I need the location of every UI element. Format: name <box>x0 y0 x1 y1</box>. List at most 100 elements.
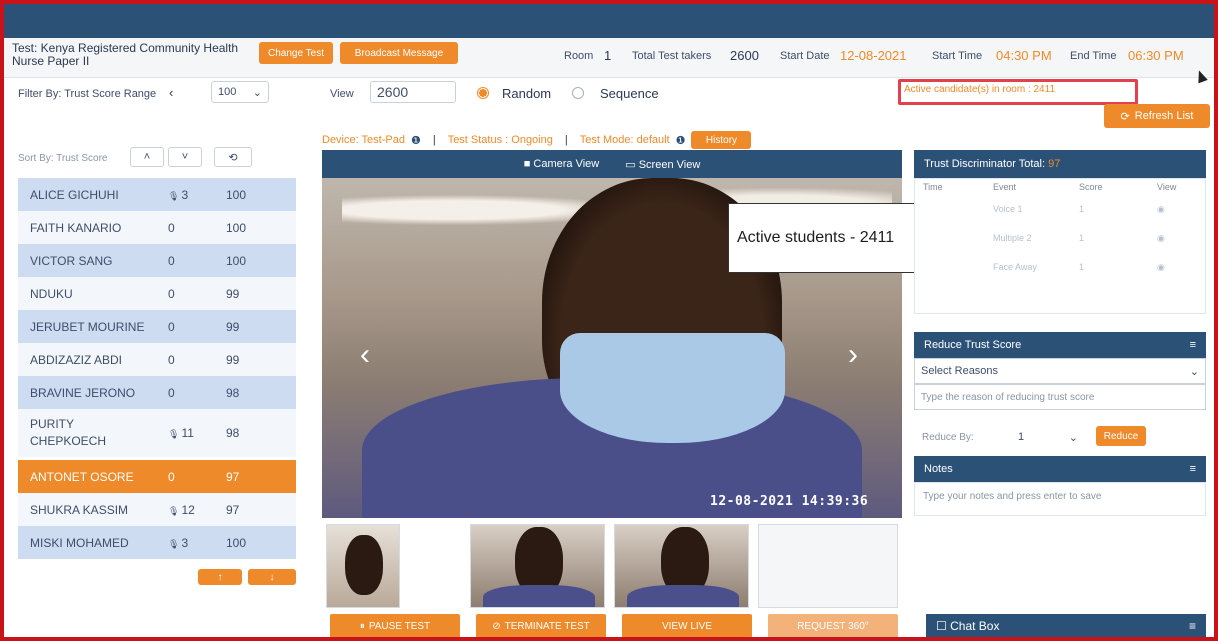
device-text: Device: Test-Pad <box>322 134 405 146</box>
sequence-radio[interactable] <box>572 87 584 99</box>
candidate-score: 98 <box>226 385 240 400</box>
reduce-trust-header: Reduce Trust Score ≡ <box>914 332 1206 358</box>
start-date-label: Start Date <box>780 50 830 62</box>
header-bar: Test: Kenya Registered Community Health … <box>4 38 1214 78</box>
chat-title-wrap: ☐ Chat Box <box>936 619 999 633</box>
candidate-flags: 🎙 11 <box>168 426 194 440</box>
terminate-icon: ⊘ <box>492 620 501 632</box>
info-icon[interactable]: ❶ <box>676 134 686 147</box>
menu-icon[interactable]: ≡ <box>1189 619 1196 633</box>
candidate-name: ALICE GICHUHI <box>30 187 119 202</box>
reset-sort-button[interactable]: ⟲ <box>214 147 252 167</box>
notes-header: Notes ≡ <box>914 456 1206 482</box>
trust-event: Face Away <box>993 262 1037 272</box>
candidate-flags: 0 <box>168 353 175 367</box>
video-timestamp: 12-08-2021 14:39:36 <box>710 494 869 509</box>
candidate-row[interactable]: SHUKRA KASSIM 🎙 12 97 <box>18 493 296 526</box>
candidate-row[interactable]: NDUKU 0 99 <box>18 277 296 310</box>
menu-icon[interactable]: ≡ <box>1190 339 1196 351</box>
candidate-row[interactable]: JERUBET MOURINE 0 99 <box>18 310 296 343</box>
reduce-button[interactable]: Reduce <box>1096 426 1146 446</box>
camera-icon: ■ <box>523 158 531 170</box>
chevron-down-icon: ⌄ <box>1189 365 1199 378</box>
trust-total: 97 <box>1048 158 1061 170</box>
trust-event: Multiple 2 <box>993 233 1032 243</box>
camera-view-tab[interactable]: ■ Camera View <box>524 158 600 170</box>
trust-score: 1 <box>1079 233 1085 243</box>
reasons-select[interactable]: Select Reasons ⌄ <box>914 358 1206 384</box>
eye-icon[interactable]: ◉ <box>1157 262 1197 273</box>
candidate-row[interactable]: PURITY CHEPKOECH 🎙 11 98 <box>18 409 296 457</box>
test-mode-text: Test Mode: default <box>579 134 670 146</box>
filter-label: Filter By: Trust Score Range <box>18 88 157 100</box>
next-camera-icon[interactable]: › <box>848 338 858 372</box>
eye-icon[interactable]: ◉ <box>1157 204 1197 215</box>
view-live-button[interactable]: View Live <box>622 614 752 638</box>
trust-row: Multiple 2 1 ◉ <box>915 224 1205 253</box>
candidate-flag-count: 0 <box>168 385 175 400</box>
trust-score: 1 <box>1079 262 1085 272</box>
screen-view-tab[interactable]: ▭ Screen View <box>625 158 700 171</box>
candidate-row[interactable]: FAITH KANARIO 0 100 <box>18 211 296 244</box>
chat-box-header[interactable]: ☐ Chat Box ≡ <box>926 614 1206 638</box>
callout-text: Active students - 2411 <box>737 229 895 246</box>
camera-thumbnail-2[interactable] <box>470 524 605 608</box>
reduce-by-label: Reduce By: <box>922 432 974 443</box>
broadcast-message-button[interactable]: Broadcast Message <box>340 42 458 64</box>
trust-table-body: Voice 1 1 ◉ Multiple 2 1 ◉ Face Away 1 ◉ <box>915 195 1205 282</box>
candidate-row[interactable]: ANTONET OSORE 0 97 <box>18 460 296 493</box>
candidate-flags: 🎙 3 <box>168 536 188 550</box>
candidate-flags: 0 <box>168 254 175 268</box>
trust-col-header[interactable]: Score <box>1079 182 1157 192</box>
trust-col-header: Time <box>923 182 943 192</box>
scroll-up-button[interactable]: ↑ <box>198 569 242 585</box>
thumb-body <box>627 585 739 607</box>
reduce-by-select[interactable]: 1 ⌄ <box>1012 426 1084 448</box>
candidate-flags: 🎙 12 <box>168 503 195 517</box>
trust-table-header: Time Event Score View <box>915 179 1205 195</box>
menu-icon[interactable]: ≡ <box>1190 463 1196 475</box>
candidate-flag-count: 0 <box>168 319 175 334</box>
view-count-input[interactable]: 2600 <box>370 81 456 103</box>
prev-camera-icon[interactable]: ‹ <box>360 338 370 372</box>
trust-row: Voice 1 1 ◉ <box>915 195 1205 224</box>
reason-input[interactable]: Type the reason of reducing trust score <box>914 384 1206 410</box>
sort-asc-button[interactable]: ˄ <box>130 147 164 167</box>
sort-desc-button[interactable]: ˅ <box>168 147 202 167</box>
candidate-row[interactable]: MISKI MOHAMED 🎙 3 100 <box>18 526 296 559</box>
filter-chevron-icon[interactable]: ‹ <box>169 85 173 100</box>
camera-thumbnail-1[interactable] <box>326 524 400 608</box>
pause-test-button[interactable]: ⏸ Pause Test <box>330 614 460 638</box>
change-test-button[interactable]: Change Test <box>259 42 333 64</box>
eye-icon[interactable]: ◉ <box>1157 233 1197 244</box>
candidate-name: FAITH KANARIO <box>30 220 122 235</box>
request-360-button[interactable]: Request 360° <box>768 614 898 638</box>
info-icon[interactable]: ❶ <box>411 134 421 147</box>
sort-label: Sort By: Trust Score <box>18 153 108 164</box>
mic-icon: 🎙 <box>168 505 180 516</box>
separator: | <box>564 134 568 146</box>
room-label: Room <box>564 50 594 62</box>
notes-input[interactable]: Type your notes and press enter to save <box>914 482 1206 516</box>
candidate-row[interactable]: ABDIZAZIZ ABDI 0 99 <box>18 343 296 376</box>
terminate-test-button[interactable]: ⊘ Terminate Test <box>476 614 606 638</box>
candidate-row[interactable]: ALICE GICHUHI 🎙 3 100 <box>18 178 296 211</box>
refresh-list-button[interactable]: ⟳ Refresh List <box>1104 104 1210 128</box>
scroll-down-button[interactable]: ↓ <box>248 569 296 585</box>
reasons-select-value: Select Reasons <box>921 365 999 377</box>
history-button[interactable]: History <box>691 131 752 149</box>
random-radio[interactable] <box>477 87 489 99</box>
candidate-row[interactable]: BRAVINE JERONO 0 98 <box>18 376 296 409</box>
camera-thumbnail-3[interactable] <box>614 524 749 608</box>
end-time-label: End Time <box>1070 50 1117 62</box>
mic-icon: 🎙 <box>168 190 180 201</box>
candidate-flag-count: 0 <box>168 253 175 268</box>
candidate-name: VICTOR SANG <box>30 253 113 268</box>
candidate-row[interactable]: VICTOR SANG 0 100 <box>18 244 296 277</box>
camera-thumbnail-4[interactable] <box>758 524 898 608</box>
chat-title: Chat Box <box>950 619 1000 633</box>
trust-range-select[interactable]: 100 ⌄ <box>211 81 269 103</box>
start-date-value: 12-08-2021 <box>840 48 907 63</box>
candidate-name: ABDIZAZIZ ABDI <box>30 352 123 367</box>
trust-range-value: 100 <box>218 86 237 98</box>
